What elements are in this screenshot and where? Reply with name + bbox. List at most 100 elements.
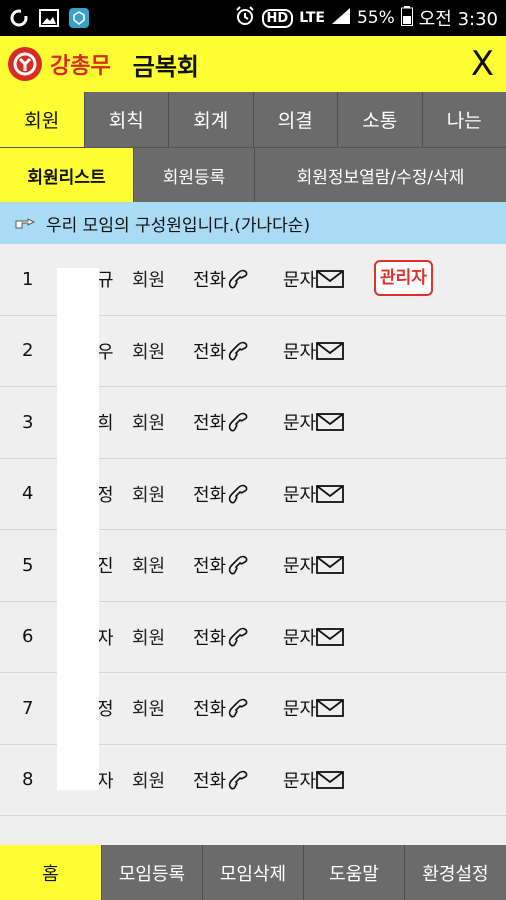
member-number: 2 <box>22 340 34 362</box>
member-number: 6 <box>22 626 34 648</box>
subtab-member-edit[interactable]: 회원정보열람/수정/삭제 <box>255 148 506 202</box>
member-number: 5 <box>22 554 34 576</box>
sms-label: 문자 <box>283 341 317 363</box>
sms-button[interactable]: 문자 <box>283 481 345 507</box>
tab-accounting[interactable]: 회계 <box>169 92 254 147</box>
phone-icon <box>228 341 248 361</box>
member-name: 정 <box>97 484 114 506</box>
phone-label: 전화 <box>193 699 227 721</box>
phone-icon <box>228 627 248 647</box>
tab-communication[interactable]: 소통 <box>338 92 423 147</box>
member-role: 회원 <box>132 556 166 578</box>
sms-button[interactable]: 문자 <box>283 338 345 364</box>
member-number: 1 <box>22 268 34 290</box>
nav-home[interactable]: 홈 <box>0 845 102 900</box>
sms-label: 문자 <box>283 413 317 435</box>
member-name: 자 <box>97 770 114 792</box>
alarm-icon <box>234 5 256 32</box>
member-name: 진 <box>97 556 114 578</box>
nav-group-register[interactable]: 모임등록 <box>102 845 203 900</box>
sms-button[interactable]: 문자 <box>283 409 345 435</box>
nav-help[interactable]: 도움말 <box>304 845 405 900</box>
envelope-icon <box>316 556 345 575</box>
member-number: 3 <box>22 411 34 433</box>
member-name: 희 <box>97 413 114 435</box>
phone-icon <box>228 484 248 504</box>
member-number: 7 <box>22 697 34 719</box>
phone-button[interactable]: 전화 <box>193 481 250 507</box>
envelope-icon <box>316 270 345 289</box>
member-name: 정 <box>97 699 114 721</box>
battery-percent: 55% <box>356 8 395 28</box>
sms-label: 문자 <box>283 699 317 721</box>
phone-label: 전화 <box>193 484 227 506</box>
battery-icon <box>400 5 413 31</box>
phone-icon <box>228 556 248 575</box>
member-number: 4 <box>22 483 34 505</box>
envelope-icon <box>316 341 345 360</box>
tab-me[interactable]: 나는 <box>423 92 506 147</box>
sms-label: 문자 <box>283 484 317 506</box>
subtab-member-register[interactable]: 회원등록 <box>134 148 255 202</box>
sms-button[interactable]: 문자 <box>283 767 345 793</box>
phone-label: 전화 <box>193 413 227 435</box>
member-name: 자 <box>97 627 114 649</box>
sms-button[interactable]: 문자 <box>283 695 345 721</box>
redaction-mask <box>57 268 99 790</box>
signal-icon <box>331 7 351 30</box>
app-header: 강총무 금복회 X <box>0 36 506 92</box>
brand-name: 강총무 <box>50 54 111 79</box>
phone-button[interactable]: 전화 <box>193 767 250 793</box>
sms-button[interactable]: 문자 <box>283 552 345 578</box>
phone-button[interactable]: 전화 <box>193 695 250 721</box>
phone-label: 전화 <box>193 556 227 578</box>
sms-label: 문자 <box>283 770 317 792</box>
envelope-icon <box>316 699 345 718</box>
brand-logo-icon <box>8 47 42 81</box>
sub-tabs: 회원리스트 회원등록 회원정보열람/수정/삭제 <box>0 147 506 202</box>
tab-rules[interactable]: 회칙 <box>85 92 169 147</box>
member-role: 회원 <box>132 341 166 363</box>
lte-label: LTE <box>299 10 325 26</box>
sms-label: 문자 <box>283 270 317 292</box>
phone-button[interactable]: 전화 <box>193 409 250 435</box>
member-role: 회원 <box>132 413 166 435</box>
phone-label: 전화 <box>193 770 227 792</box>
image-icon <box>38 7 60 29</box>
phone-label: 전화 <box>193 627 227 649</box>
envelope-icon <box>316 627 345 646</box>
tab-resolutions[interactable]: 의결 <box>254 92 338 147</box>
sms-label: 문자 <box>283 556 317 578</box>
member-role: 회원 <box>132 699 166 721</box>
nav-settings[interactable]: 환경설정 <box>405 845 506 900</box>
sms-button[interactable]: 문자 <box>283 266 345 292</box>
phone-button[interactable]: 전화 <box>193 266 250 292</box>
hd-icon: HD <box>261 8 294 28</box>
status-bar: HD LTE 55% 오전 3:30 <box>0 0 506 36</box>
group-title: 금복회 <box>132 52 199 81</box>
phone-button[interactable]: 전화 <box>193 624 250 650</box>
subtab-member-list[interactable]: 회원리스트 <box>0 148 134 202</box>
member-number: 8 <box>22 769 34 791</box>
member-role: 회원 <box>132 270 166 292</box>
envelope-icon <box>316 413 345 432</box>
member-role: 회원 <box>132 770 166 792</box>
phone-button[interactable]: 전화 <box>193 552 250 578</box>
member-name: 우 <box>97 341 114 363</box>
admin-badge: 관리자 <box>374 260 433 296</box>
info-text: 우리 모임의 구성원입니다.(가나다순) <box>46 215 311 236</box>
main-tabs: 회원 회칙 회계 의결 소통 나는 <box>0 92 506 147</box>
bottom-nav: 홈 모임등록 모임삭제 도움말 환경설정 <box>0 845 506 900</box>
app-icon <box>68 7 90 29</box>
list-item-partial[interactable] <box>0 816 506 844</box>
phone-icon <box>228 770 248 790</box>
tab-members[interactable]: 회원 <box>0 92 85 147</box>
clock: 오전 3:30 <box>418 9 498 30</box>
member-role: 회원 <box>132 484 166 506</box>
pointing-hand-icon <box>14 215 36 231</box>
sms-button[interactable]: 문자 <box>283 624 345 650</box>
nav-group-delete[interactable]: 모임삭제 <box>203 845 304 900</box>
close-button[interactable]: X <box>471 44 494 84</box>
notification-icon <box>8 7 30 29</box>
phone-button[interactable]: 전화 <box>193 338 250 364</box>
